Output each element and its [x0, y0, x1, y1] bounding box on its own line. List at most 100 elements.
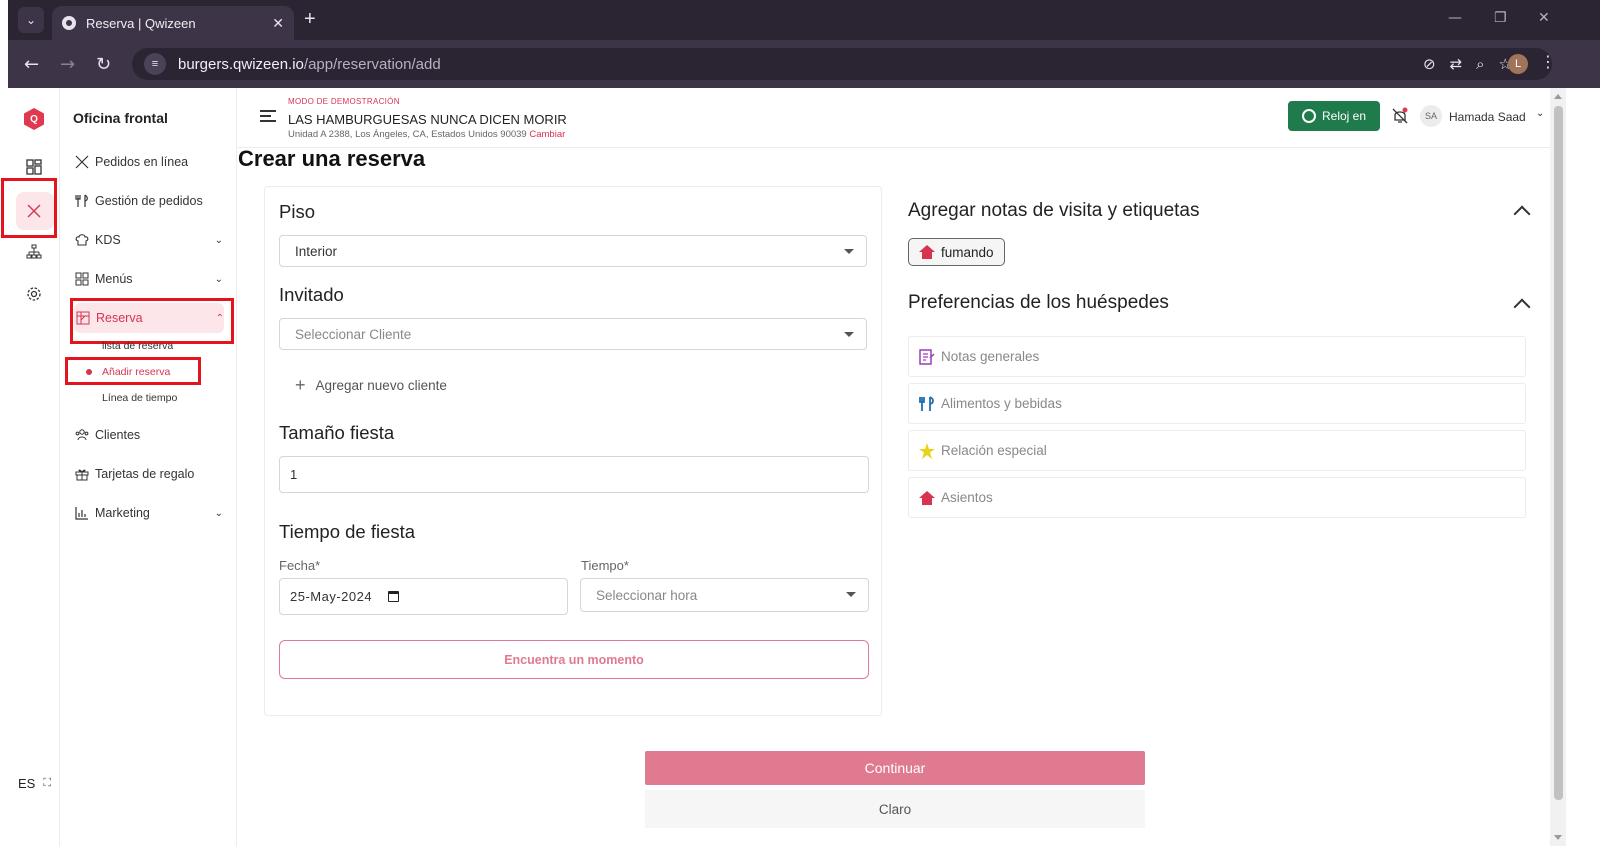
favicon-icon: [62, 16, 76, 30]
top-bar: MODO DE DEMOSTRACIÓN LAS HAMBURGUESAS NU…: [238, 88, 1550, 148]
menu-customers[interactable]: Clientes: [73, 420, 223, 450]
plus-icon: +: [295, 375, 306, 395]
notifications-off-icon[interactable]: [1392, 107, 1408, 130]
pref-label: Asientos: [941, 490, 993, 505]
site-info-icon[interactable]: ≡: [144, 53, 166, 75]
pref-label: Notas generales: [941, 349, 1040, 364]
translate-icon[interactable]: ⇄: [1450, 55, 1463, 73]
highlight-box: [70, 298, 234, 344]
profile-avatar[interactable]: L: [1508, 54, 1528, 74]
pref-general-notes[interactable]: Notas generales: [908, 336, 1526, 377]
submenu-reservation-list[interactable]: lista de reserva: [102, 340, 173, 352]
clock-label: Reloj en: [1321, 109, 1367, 123]
dashboard-icon[interactable]: [22, 155, 46, 179]
party-size-input[interactable]: 1: [279, 456, 869, 493]
qwizeen-logo[interactable]: Q: [24, 108, 44, 130]
chevron-down-icon[interactable]: ⌄: [1536, 108, 1544, 119]
guest-select[interactable]: Seleccionar Cliente: [279, 318, 867, 350]
floor-label: Piso: [279, 201, 315, 222]
menu-label: Clientes: [95, 428, 141, 442]
scroll-up-icon[interactable]: [1554, 94, 1562, 99]
forward-icon[interactable]: →: [60, 54, 75, 75]
continue-button[interactable]: Continuar: [645, 751, 1145, 785]
user-avatar[interactable]: SA: [1420, 105, 1442, 127]
hamburger-icon[interactable]: [260, 110, 276, 125]
notes-heading: Agregar notas de visita y etiquetas: [908, 200, 1200, 221]
new-tab-button[interactable]: +: [304, 8, 316, 31]
back-icon[interactable]: ←: [24, 54, 39, 75]
grid-icon: [73, 270, 91, 288]
side-menu-heading: Oficina frontal: [73, 110, 168, 126]
omnibox[interactable]: ≡ burgers.qwizeen.io/app/reservation/add: [132, 48, 1552, 80]
users-icon: [73, 426, 91, 444]
language-switch[interactable]: ES: [18, 776, 35, 791]
notes-icon: [919, 348, 935, 365]
expand-icon[interactable]: ⛶: [43, 777, 51, 790]
gift-icon: [73, 465, 91, 483]
dropdown-arrow-icon: [846, 592, 856, 597]
menu-marketing[interactable]: Marketing ⌄: [73, 498, 223, 528]
tag-chip[interactable]: fumando: [908, 238, 1005, 266]
star-icon: [919, 442, 935, 459]
menu-menus[interactable]: Menús ⌄: [73, 264, 223, 294]
chevron-up-icon[interactable]: [1513, 205, 1531, 223]
window-close-icon[interactable]: ✕: [1538, 10, 1550, 26]
add-customer-label: Agregar nuevo cliente: [315, 378, 447, 393]
utensils-icon: [73, 153, 91, 171]
scroll-thumb[interactable]: [1554, 106, 1563, 800]
chevron-down-icon: ⌄: [214, 234, 223, 246]
clock-in-button[interactable]: Reloj en: [1288, 101, 1380, 131]
date-input[interactable]: 25-May-2024: [279, 578, 568, 615]
user-name[interactable]: Hamada Saad: [1449, 110, 1526, 124]
scrollbar[interactable]: [1550, 88, 1566, 846]
seat-icon: [919, 245, 935, 259]
demo-mode-label: MODO DE DEMOSTRACIÓN: [288, 97, 400, 106]
add-customer-button[interactable]: + Agregar nuevo cliente: [295, 375, 447, 396]
change-link[interactable]: Cambiar: [529, 129, 565, 140]
menu-gift-cards[interactable]: Tarjetas de regalo: [73, 459, 223, 489]
settings-icon[interactable]: [22, 282, 46, 306]
address-bar: ← → ↻ ≡ burgers.qwizeen.io/app/reservati…: [8, 40, 1600, 88]
date-value: 25-May-2024: [290, 589, 373, 604]
party-time-label: Tiempo de fiesta: [279, 521, 416, 542]
pref-food-drinks[interactable]: Alimentos y bebidas: [908, 383, 1526, 424]
close-tab-icon[interactable]: ✕: [272, 15, 284, 32]
clock-icon: [1301, 109, 1316, 123]
chevron-down-icon: ⌄: [214, 273, 223, 285]
dropdown-arrow-icon: [844, 249, 854, 254]
time-placeholder: Seleccionar hora: [596, 587, 698, 603]
eye-off-icon[interactable]: ⊘: [1423, 55, 1436, 73]
party-size-label: Tamaño fiesta: [279, 422, 395, 443]
org-chart-icon[interactable]: [22, 240, 46, 264]
pref-special-relationship[interactable]: Relación especial: [908, 430, 1526, 471]
zoom-icon[interactable]: ⌕: [1476, 55, 1484, 73]
pref-seating[interactable]: Asientos: [908, 477, 1526, 518]
clear-button[interactable]: Claro: [645, 790, 1145, 828]
menu-label: Pedidos en línea: [95, 155, 189, 169]
browser-tabbar: ⌄ Reserva | Qwizeen ✕ + — ❐ ✕: [8, 0, 1600, 40]
guest-placeholder: Seleccionar Cliente: [295, 326, 412, 342]
side-menu: Oficina frontal Pedidos en línea Gestión…: [60, 88, 237, 846]
time-select[interactable]: Seleccionar hora: [580, 578, 869, 612]
submenu-timeline[interactable]: Línea de tiempo: [102, 392, 177, 404]
calendar-icon[interactable]: [388, 591, 400, 602]
seat-icon: [919, 490, 935, 505]
menu-order-management[interactable]: Gestión de pedidos: [73, 186, 223, 216]
fork-knife-icon: [919, 395, 934, 411]
date-label: Fecha*: [279, 558, 321, 573]
menu-kds[interactable]: KDS ⌄: [73, 225, 223, 255]
browser-tab[interactable]: Reserva | Qwizeen ✕: [52, 6, 294, 40]
find-time-button[interactable]: Encuentra un momento: [279, 640, 869, 679]
menu-online-orders[interactable]: Pedidos en línea: [73, 147, 223, 177]
restore-icon[interactable]: ❐: [1494, 10, 1507, 26]
floor-select[interactable]: Interior: [279, 235, 867, 267]
reload-icon[interactable]: ↻: [96, 54, 111, 75]
time-label: Tiempo*: [581, 558, 629, 573]
tab-search-button[interactable]: ⌄: [18, 7, 44, 33]
scroll-down-icon[interactable]: [1554, 835, 1562, 840]
preferences-heading: Preferencias de los huéspedes: [908, 292, 1169, 313]
chevron-up-icon[interactable]: [1513, 298, 1531, 316]
browser-menu-icon[interactable]: ⋮: [1540, 52, 1556, 71]
minimize-icon[interactable]: —: [1448, 10, 1462, 26]
highlight-box: [65, 357, 201, 385]
